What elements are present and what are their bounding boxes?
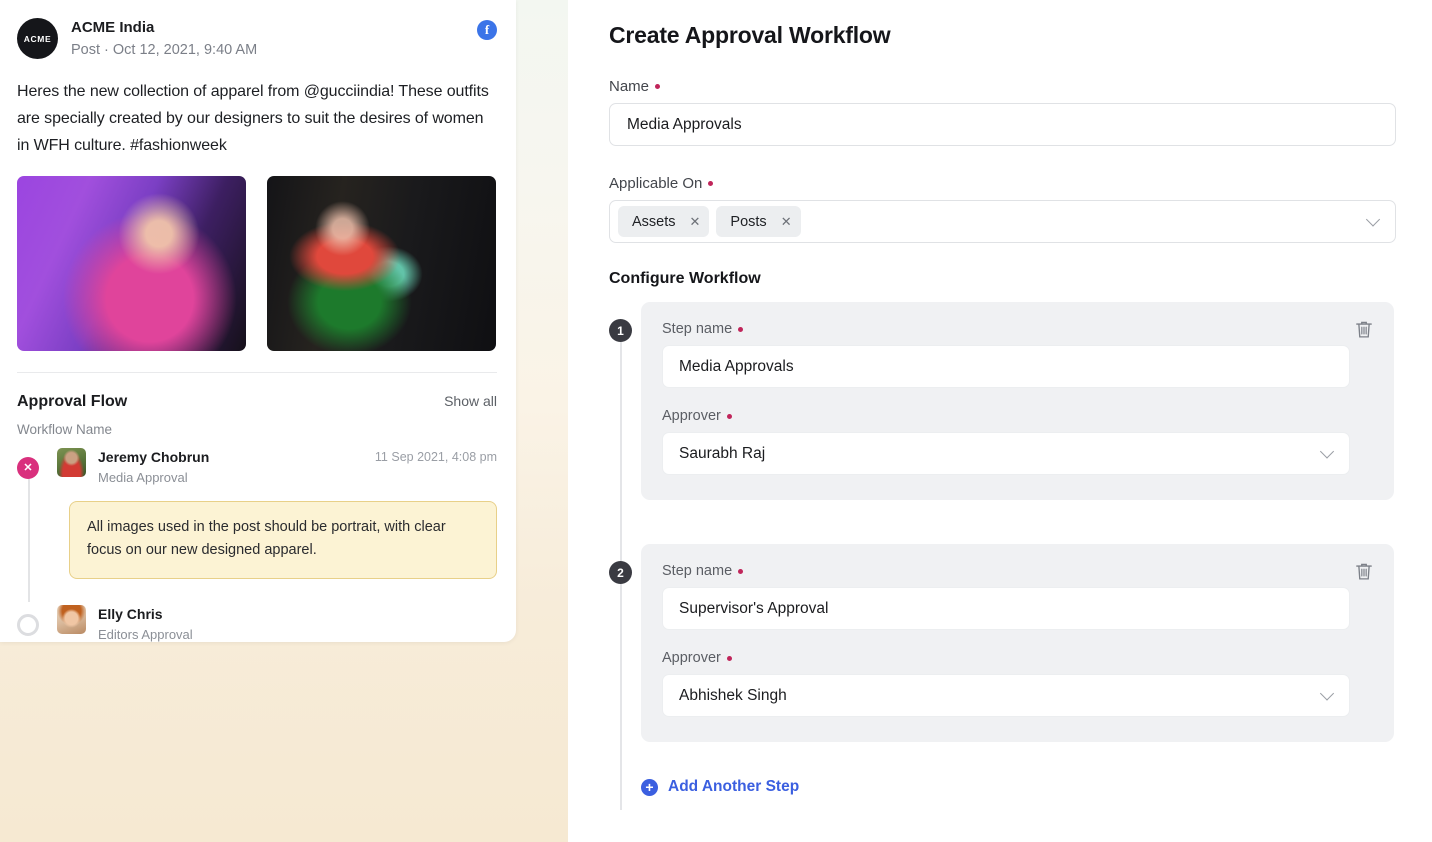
- workflow-step-card: 2 Step name Supervisor's Approval Approv…: [609, 544, 1394, 742]
- add-another-step-label: Add Another Step: [668, 778, 800, 795]
- create-workflow-pane: Create Approval Workflow Name Media Appr…: [568, 0, 1432, 842]
- close-icon[interactable]: ✕: [781, 215, 792, 228]
- step-name-label: Step name: [662, 563, 1373, 579]
- facebook-icon: f: [477, 20, 497, 40]
- post-image-1[interactable]: [17, 175, 246, 351]
- app-root: ACME ACME India Post · Oct 12, 2021, 9:4…: [0, 0, 1432, 842]
- chip-assets[interactable]: Assets ✕: [618, 206, 710, 237]
- workflow-step-card: 1 Step name Media Approvals Approver Sau…: [609, 302, 1394, 500]
- close-icon[interactable]: ✕: [690, 215, 701, 228]
- applicable-on-label: Applicable On: [609, 175, 1396, 192]
- approver-label: Approver: [662, 650, 1373, 666]
- post-header: ACME ACME India Post · Oct 12, 2021, 9:4…: [17, 18, 497, 59]
- approver-info: Jeremy Chobrun Media Approval: [98, 448, 375, 485]
- step-number-badge: 1: [609, 319, 632, 342]
- approval-flow-title: Approval Flow: [17, 392, 128, 410]
- add-another-step-button[interactable]: + Add Another Step: [641, 778, 1396, 796]
- approver-info: Elly Chris Editors Approval: [98, 605, 497, 642]
- approver-avatar: [57, 604, 86, 634]
- post-preview-pane: ACME ACME India Post · Oct 12, 2021, 9:4…: [0, 0, 568, 842]
- step-name-input[interactable]: Media Approvals: [662, 345, 1350, 388]
- approver-row: Elly Chris Editors Approval: [57, 604, 497, 642]
- trash-icon[interactable]: [1355, 562, 1373, 581]
- step-name-label: Step name: [662, 321, 1373, 337]
- chip-label: Posts: [730, 213, 767, 230]
- step-name-label-text: Step name: [662, 563, 733, 579]
- divider: [17, 371, 497, 373]
- required-indicator-icon: [726, 655, 732, 661]
- approver-role: Editors Approval: [98, 626, 193, 642]
- approver-name: Elly Chris: [98, 605, 163, 622]
- step-name-value: Supervisor's Approval: [679, 599, 829, 617]
- approver-row: Jeremy Chobrun Media Approval 11 Sep 202…: [57, 447, 497, 485]
- post-card: ACME ACME India Post · Oct 12, 2021, 9:4…: [0, 0, 516, 642]
- chevron-down-icon[interactable]: [1322, 690, 1333, 701]
- chevron-down-icon[interactable]: [1322, 448, 1333, 459]
- approver-label: Approver: [662, 408, 1373, 424]
- step-number-badge: 2: [609, 561, 632, 584]
- chip-posts[interactable]: Posts ✕: [716, 206, 801, 237]
- rejected-glyph: ✕: [23, 462, 33, 475]
- plus-icon: +: [641, 778, 658, 796]
- required-indicator-icon: [726, 413, 732, 419]
- facebook-glyph: f: [484, 22, 490, 37]
- rejection-note: All images used in the post should be po…: [69, 500, 497, 579]
- required-indicator-icon: [655, 84, 661, 89]
- pending-status-icon: [17, 613, 39, 636]
- show-all-link[interactable]: Show all: [444, 393, 497, 409]
- required-indicator-icon: [738, 326, 744, 332]
- page-title: Create Approval Workflow: [609, 22, 891, 48]
- post-body-text: Heres the new collection of apparel from…: [17, 83, 489, 154]
- step-name-input[interactable]: Supervisor's Approval: [662, 587, 1350, 630]
- trash-icon[interactable]: [1355, 320, 1373, 339]
- approval-timeline: ✕ Jeremy Chobrun Media Approval 11 Sep 2…: [17, 447, 497, 642]
- approval-step-item: ✕ Jeremy Chobrun Media Approval 11 Sep 2…: [17, 447, 497, 579]
- post-meta: ACME India Post · Oct 12, 2021, 9:40 AM: [71, 18, 257, 59]
- approver-value: Abhishek Singh: [679, 686, 787, 704]
- workflow-name-label: Workflow Name: [17, 421, 113, 437]
- approver-select[interactable]: Abhishek Singh: [662, 674, 1350, 717]
- step-name-value: Media Approvals: [679, 357, 794, 375]
- step-name-label-text: Step name: [662, 321, 733, 337]
- applicable-on-select[interactable]: Assets ✕ Posts ✕: [609, 200, 1396, 243]
- timeline-connector: [28, 465, 30, 602]
- approver-value: Saurabh Raj: [679, 444, 766, 462]
- rejected-status-icon: ✕: [17, 456, 39, 479]
- post-timestamp: Post · Oct 12, 2021, 9:40 AM: [71, 41, 258, 58]
- configure-workflow-title: Configure Workflow: [609, 270, 761, 287]
- workflow-steps: 1 Step name Media Approvals Approver Sau…: [609, 302, 1396, 810]
- approver-name: Jeremy Chobrun: [98, 448, 210, 465]
- approval-flow-header: Approval Flow Show all: [17, 393, 497, 411]
- applicable-on-label-text: Applicable On: [609, 175, 703, 192]
- approver-label-text: Approver: [662, 650, 721, 666]
- name-input-value: Media Approvals: [627, 115, 742, 133]
- name-input[interactable]: Media Approvals: [609, 103, 1396, 146]
- avatar: ACME: [17, 18, 58, 59]
- approver-avatar: [57, 447, 86, 477]
- approval-timestamp: 11 Sep 2021, 4:08 pm: [374, 449, 497, 464]
- approval-step-item: Elly Chris Editors Approval: [17, 604, 497, 642]
- name-label-text: Name: [609, 78, 650, 95]
- chip-label: Assets: [632, 213, 676, 230]
- chevron-down-icon[interactable]: [1368, 216, 1379, 227]
- name-field-label: Name: [609, 78, 1396, 95]
- required-indicator-icon: [738, 568, 744, 574]
- post-image-2[interactable]: [267, 175, 496, 351]
- approver-role: Media Approval: [98, 469, 188, 485]
- avatar-label: ACME: [23, 33, 52, 44]
- post-image-grid: [17, 175, 497, 351]
- post-brand-name: ACME India: [71, 19, 155, 36]
- approver-select[interactable]: Saurabh Raj: [662, 432, 1350, 475]
- approver-label-text: Approver: [662, 408, 721, 424]
- required-indicator-icon: [708, 181, 714, 186]
